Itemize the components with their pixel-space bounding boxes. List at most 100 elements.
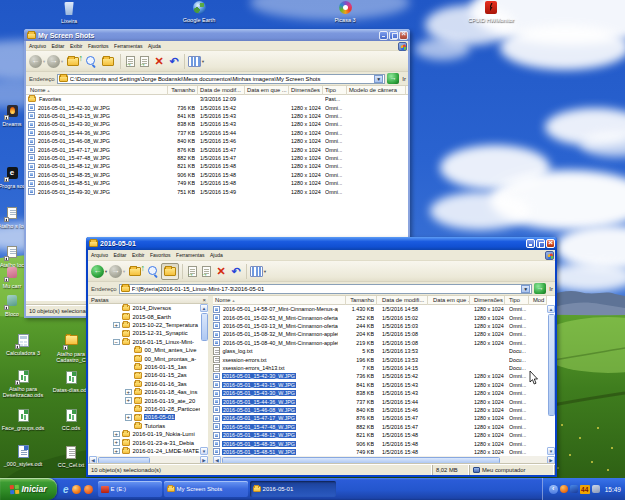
- column-header-4[interactable]: Dimensões: [472, 296, 505, 305]
- tree-hscroll-left[interactable]: ◀: [89, 456, 97, 464]
- window1-minimize-button[interactable]: [379, 31, 388, 40]
- tree-hscroll-thumb[interactable]: [98, 457, 150, 464]
- menu-editar[interactable]: Editar: [113, 252, 126, 258]
- desktop-icon-lixeira[interactable]: Lixeira: [45, 1, 93, 24]
- column-header-nome[interactable]: Nome ▲: [213, 296, 346, 305]
- tray-blue-icon[interactable]: [570, 485, 578, 493]
- menu-exibir[interactable]: Exibir: [132, 252, 145, 258]
- column-header-2[interactable]: Data de modif...: [198, 86, 245, 95]
- window2-go-button[interactable]: →: [534, 283, 546, 294]
- undo-button[interactable]: ↶: [167, 55, 181, 67]
- list-hscrollbar[interactable]: ◀ ▶: [213, 456, 555, 464]
- window2-titlebar[interactable]: 2016-05-01: [86, 237, 557, 250]
- move-to-button[interactable]: →: [186, 266, 199, 277]
- menu-favoritos[interactable]: Favoritos: [88, 43, 109, 49]
- desktop-icon--000-styles-odt[interactable]: _000_styles.odt: [0, 444, 47, 467]
- up-button[interactable]: ↑: [65, 57, 81, 66]
- window2-address-combo[interactable]: F:\[Byteria]2016-01-15_Linux-Mint-17-3\2…: [119, 284, 533, 294]
- file-row[interactable]: 2016-05-01_15-47-48_W.JPG882 KB1/5/2016 …: [26, 154, 408, 162]
- file-row[interactable]: xsession-errors.txt196 KB1/5/2016 13:53D…: [213, 355, 547, 363]
- tree-item-2015-10-22-temperatura[interactable]: +2015-10-22_Temperatura: [113, 321, 199, 329]
- file-row[interactable]: 2016-05-01_15-48-35_W.JPG906 KB1/5/2016 …: [26, 171, 408, 179]
- desktop-icon-cpuid-hwmonitor[interactable]: CPUID HWMonitor: [467, 0, 515, 23]
- file-row[interactable]: glass_log.txt5 KB1/5/2016 13:53Docu...: [213, 347, 547, 355]
- temperature-badge[interactable]: 44: [580, 485, 590, 494]
- file-row[interactable]: 2016-05-01_15-43-15_W.JPG841 KB1/5/2016 …: [26, 112, 408, 120]
- back-button[interactable]: ←▼: [29, 55, 46, 68]
- tree-item-2016-01-18-4as-ins[interactable]: +2016-01-18_4as_ins: [125, 388, 198, 396]
- copy-to-button[interactable]: →: [138, 56, 151, 67]
- list-scroll-down[interactable]: ▼: [547, 447, 555, 455]
- move-to-button[interactable]: →: [124, 56, 137, 67]
- file-row[interactable]: 2016-05-01_15-44-36_W.JPG737 KB1/5/2016 …: [26, 129, 408, 137]
- desktop-icon-google-earth[interactable]: Google Earth: [175, 0, 223, 23]
- file-row[interactable]: 2016-05-01_15-48-12_W.JPG821 KB1/5/2016 …: [213, 431, 547, 439]
- tree-item-00-mint-prontas-a-[interactable]: 00_Mint_prontas_a-: [125, 354, 197, 362]
- start-button[interactable]: Iniciar: [0, 478, 57, 500]
- tree-item-2016-01-23-a-31-debia[interactable]: +2016-01-23-a-31_Debia: [113, 438, 195, 446]
- column-header-5[interactable]: Tipo: [507, 296, 529, 305]
- tree-scroll-down[interactable]: ▼: [200, 447, 208, 455]
- tree-item-2016-01-28-particoes[interactable]: 2016-01-28_Particoes: [125, 405, 200, 413]
- views-button[interactable]: ▼: [250, 266, 267, 277]
- menu-ajuda[interactable]: Ajuda: [210, 252, 223, 258]
- browser-icon[interactable]: [84, 485, 93, 494]
- list-hscroll-right[interactable]: ▶: [547, 456, 555, 464]
- column-header-3[interactable]: Data em que ...: [245, 86, 289, 95]
- delete-button[interactable]: ✕: [214, 265, 228, 278]
- tree-item-2016-05-01[interactable]: +2016-05-01: [125, 413, 175, 421]
- taskbar-button-e-e-[interactable]: E (E:): [98, 481, 162, 497]
- file-row[interactable]: Favorites3/3/2016 12:09Past...: [26, 95, 408, 103]
- window2-close-button[interactable]: [546, 239, 555, 248]
- tray-gray-icon[interactable]: [592, 485, 600, 493]
- copy-to-button[interactable]: →: [200, 266, 213, 277]
- column-header-5[interactable]: Tipo: [323, 86, 347, 95]
- file-row[interactable]: 2016-05-01_15-43-30_W.JPG838 KB1/5/2016 …: [26, 120, 408, 128]
- window2-maximize-button[interactable]: [536, 239, 545, 248]
- window1-address-combo[interactable]: C:\Documents and Settings\Jorge Bodanski…: [57, 74, 386, 84]
- up-button[interactable]: ↑: [127, 267, 143, 276]
- tray-orange-icon[interactable]: [560, 485, 568, 493]
- delete-button[interactable]: ✕: [152, 55, 166, 68]
- menu-exibir[interactable]: Exibir: [70, 43, 83, 49]
- column-header-nome[interactable]: Nome ▲: [28, 86, 168, 95]
- menu-arquivo[interactable]: Arquivo: [91, 252, 108, 258]
- column-header-1[interactable]: Tamanho: [168, 86, 198, 95]
- firefox-icon[interactable]: [72, 485, 81, 494]
- window2-address-dropdown[interactable]: ▼: [521, 285, 530, 293]
- column-header-2[interactable]: Data de modifi...: [380, 296, 428, 305]
- taskbar-button-2016-05-01[interactable]: 2016-05-01: [250, 481, 336, 497]
- menu-arquivo[interactable]: Arquivo: [29, 43, 46, 49]
- forward-button[interactable]: →▼: [47, 55, 64, 68]
- undo-button[interactable]: ↶: [229, 265, 243, 277]
- views-button[interactable]: ▼: [188, 56, 205, 67]
- menu-ajuda[interactable]: Ajuda: [148, 43, 161, 49]
- file-row[interactable]: 2016-05-01_15-47-17_W.JPG876 KB1/5/2016 …: [213, 414, 547, 422]
- tree-scroll-thumb[interactable]: [201, 313, 208, 341]
- list-hscroll-thumb[interactable]: [222, 457, 500, 464]
- window1-close-button[interactable]: [399, 31, 408, 40]
- tree-item-00-mint-antes-live[interactable]: 00_Mint_antes_Live: [125, 346, 197, 354]
- file-row[interactable]: 2016-05-01_15-47-48_W.JPG882 KB1/5/2016 …: [213, 423, 547, 431]
- forward-button[interactable]: →▼: [109, 265, 126, 278]
- tree-item-2016-01-19-ate-20[interactable]: +2016-01-19_ate_20: [125, 396, 196, 404]
- window1-maximize-button[interactable]: [389, 31, 398, 40]
- tree-scroll-up[interactable]: ▲: [200, 304, 208, 312]
- tree-item-2016-01-19-nokia-lumi[interactable]: +2016-01-19_Nokia-Lumi: [113, 430, 196, 438]
- desktop-icon-face-groups-ods[interactable]: Face_groups.ods: [0, 408, 47, 431]
- file-row[interactable]: 2016-05-01_15-43-15_W.JPG841 KB1/5/2016 …: [213, 381, 547, 389]
- file-row[interactable]: 2016-05-01_15-43-30_W.JPG838 KB1/5/2016 …: [213, 389, 547, 397]
- file-row[interactable]: 2016-05-01_15-08-32_M_Mint-Cinnamon-appl…: [213, 330, 547, 338]
- tree-item-2016-01-15-2as[interactable]: 2016-01-15_2as: [125, 371, 188, 379]
- menu-editar[interactable]: Editar: [51, 43, 64, 49]
- menu-ferramentas[interactable]: Ferramentas: [114, 43, 142, 49]
- file-row[interactable]: 2016-05-01_15-48-35_W.JPG906 KB1/5/2016 …: [213, 439, 547, 447]
- menu-ferramentas[interactable]: Ferramentas: [176, 252, 204, 258]
- file-row[interactable]: 2016-05-01_15-02-53_M_Mint-Cinnamon-ofer…: [213, 313, 547, 321]
- file-row[interactable]: 2016-05-01_15-03-13_M_Mint-Cinnamon-ofer…: [213, 322, 547, 330]
- tree-item-tutorias[interactable]: Tutorias: [125, 422, 166, 430]
- tree-item-2014-diversos[interactable]: 2014_Diversos: [113, 304, 172, 312]
- window1-address-dropdown[interactable]: ▼: [374, 75, 383, 83]
- search-button[interactable]: [82, 55, 98, 68]
- folders-button[interactable]: [161, 263, 179, 280]
